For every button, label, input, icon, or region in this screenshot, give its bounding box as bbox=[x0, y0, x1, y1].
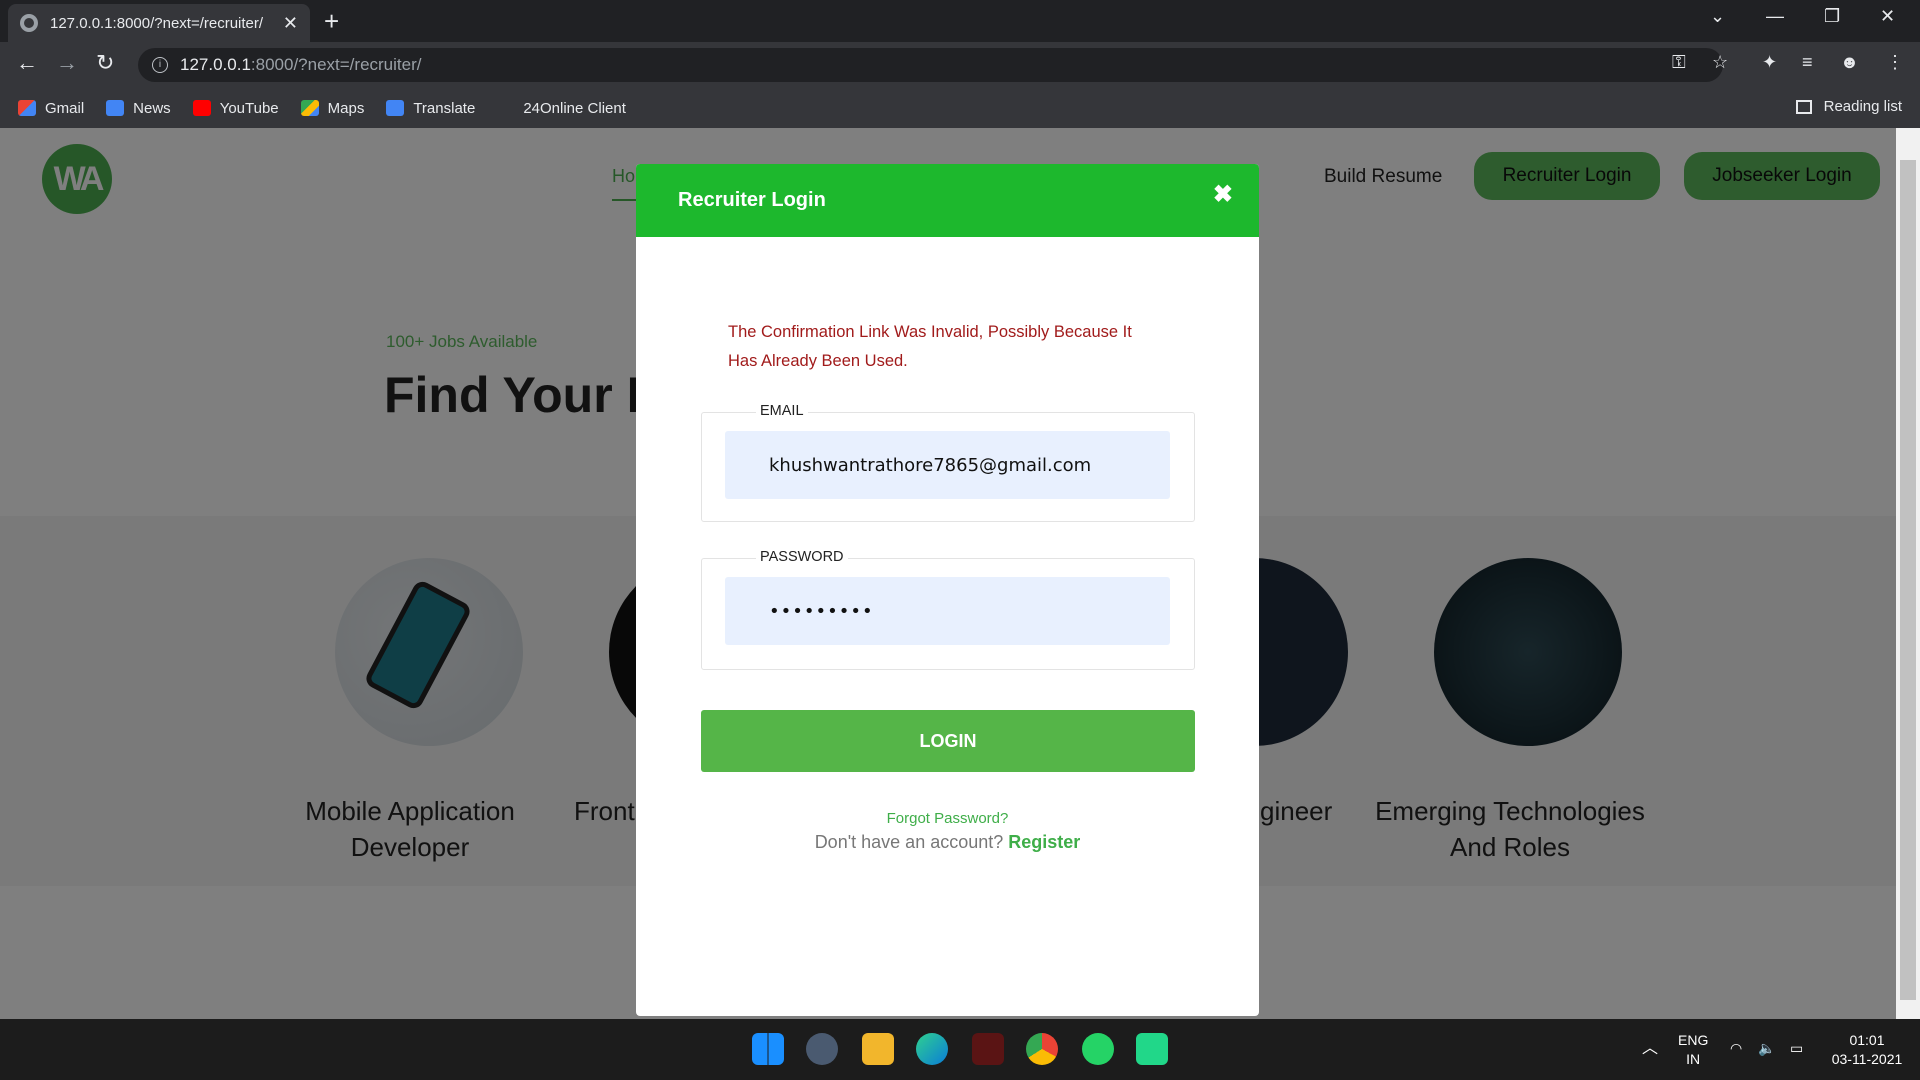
settings-gear-icon[interactable] bbox=[806, 1033, 838, 1065]
password-label: PASSWORD bbox=[756, 549, 848, 565]
tab-search-icon[interactable]: ⌄ bbox=[1710, 6, 1725, 27]
register-prompt: Don't have an account? Register bbox=[636, 832, 1259, 853]
edge-icon[interactable] bbox=[916, 1033, 948, 1065]
whatsapp-icon[interactable] bbox=[1082, 1033, 1114, 1065]
browser-toolbar: ← → ↻ i 127.0.0.1:8000/?next=/recruiter/… bbox=[0, 42, 1920, 88]
site-info-icon[interactable]: i bbox=[152, 57, 168, 73]
bookmark-translate[interactable]: Translate bbox=[386, 100, 475, 117]
extensions-icon[interactable]: ✦ bbox=[1762, 52, 1777, 73]
reload-icon[interactable]: ↻ bbox=[96, 50, 114, 76]
back-icon[interactable]: ← bbox=[16, 50, 38, 76]
bookmark-label: Gmail bbox=[45, 99, 85, 117]
key-icon[interactable]: ⚿ bbox=[1672, 52, 1686, 73]
gmail-icon bbox=[18, 100, 36, 116]
tab-title: 127.0.0.1:8000/?next=/recruiter/ bbox=[50, 14, 264, 32]
media-icon[interactable]: ≡ bbox=[1802, 52, 1813, 73]
chrome-icon[interactable] bbox=[1026, 1033, 1058, 1065]
clock[interactable]: 01:01 03-11-2021 bbox=[1828, 1031, 1906, 1069]
bookmark-maps[interactable]: Maps bbox=[300, 99, 365, 117]
address-bar[interactable]: i 127.0.0.1:8000/?next=/recruiter/ bbox=[138, 48, 1723, 82]
bookmark-label: YouTube bbox=[219, 99, 279, 117]
globe-icon bbox=[20, 14, 38, 32]
error-message: The Confirmation Link Was Invalid, Possi… bbox=[728, 318, 1188, 376]
browser-tab[interactable]: 127.0.0.1:8000/?next=/recruiter/ ✕ bbox=[8, 4, 310, 42]
restore-button[interactable]: ❐ bbox=[1824, 6, 1840, 27]
password-fieldset: PASSWORD bbox=[701, 549, 1195, 670]
profile-avatar[interactable]: ☻ bbox=[1840, 52, 1859, 73]
email-field[interactable] bbox=[725, 431, 1170, 499]
email-fieldset: EMAIL bbox=[701, 403, 1195, 522]
forgot-password-link[interactable]: Forgot Password? bbox=[636, 810, 1259, 827]
clock-time: 01:01 bbox=[1849, 1032, 1885, 1048]
new-tab-button[interactable]: + bbox=[324, 6, 339, 37]
translate-icon bbox=[386, 100, 405, 116]
bookmark-youtube[interactable]: YouTube bbox=[192, 99, 279, 117]
bookmarks-bar: Gmail News YouTube Maps Translate 24Onli… bbox=[0, 88, 1920, 128]
bookmark-label: Translate bbox=[413, 99, 476, 117]
volume-icon[interactable]: 🔈 bbox=[1758, 1039, 1775, 1058]
no-account-text: Don't have an account? bbox=[814, 832, 1004, 852]
reading-list-label: Reading list bbox=[1823, 98, 1902, 115]
file-explorer-icon[interactable] bbox=[862, 1033, 894, 1065]
battery-icon[interactable]: ▭ bbox=[1790, 1039, 1803, 1058]
tray-chevron-icon[interactable]: ︿ bbox=[1642, 1039, 1658, 1058]
window-close-button[interactable]: ✕ bbox=[1880, 6, 1895, 27]
url-host: 127.0.0.1 bbox=[180, 55, 251, 74]
bookmark-gmail[interactable]: Gmail bbox=[18, 100, 84, 117]
bookmark-news[interactable]: News bbox=[106, 100, 171, 117]
minimize-button[interactable]: — bbox=[1766, 6, 1784, 27]
windows-taskbar: ︿ ENG IN ◠ 🔈 ▭ 01:01 03-11-2021 bbox=[0, 1019, 1920, 1080]
bookmark-label: 24Online Client bbox=[523, 99, 626, 117]
modal-title: Recruiter Login bbox=[678, 189, 826, 211]
clock-date: 03-11-2021 bbox=[1831, 1051, 1903, 1067]
pycharm-icon[interactable] bbox=[1136, 1033, 1168, 1065]
password-field[interactable] bbox=[725, 577, 1170, 645]
menu-icon[interactable]: ⋮ bbox=[1886, 52, 1904, 73]
language-line: ENG bbox=[1678, 1032, 1709, 1048]
recruiter-login-modal: Recruiter Login ✖ The Confirmation Link … bbox=[636, 164, 1259, 1016]
news-icon bbox=[106, 100, 125, 116]
start-icon[interactable] bbox=[752, 1033, 784, 1065]
modal-header: Recruiter Login ✖ bbox=[636, 164, 1259, 237]
wifi-icon[interactable]: ◠ bbox=[1730, 1039, 1742, 1058]
youtube-icon bbox=[192, 100, 211, 116]
url-path: :8000/?next=/recruiter/ bbox=[250, 55, 422, 74]
bookmark-label: News bbox=[133, 99, 171, 117]
bookmark-24online-client[interactable]: 24Online Client bbox=[523, 100, 626, 117]
reading-list-icon bbox=[1795, 99, 1812, 114]
bookmark-label: Maps bbox=[327, 99, 365, 117]
modal-close-icon[interactable]: ✖ bbox=[1213, 180, 1233, 209]
language-line: IN bbox=[1686, 1051, 1701, 1067]
maps-icon bbox=[300, 100, 319, 116]
login-button[interactable]: LOGIN bbox=[701, 710, 1195, 772]
error-line: Has Already Been Used. bbox=[728, 352, 908, 370]
register-link[interactable]: Register bbox=[1008, 832, 1080, 852]
page-scrollbar-thumb[interactable] bbox=[1900, 160, 1916, 1000]
language-indicator[interactable]: ENG IN bbox=[1678, 1031, 1708, 1069]
browser-tab-bar: 127.0.0.1:8000/?next=/recruiter/ ✕ + ⌄ —… bbox=[0, 0, 1920, 42]
predator-sense-icon[interactable] bbox=[972, 1033, 1004, 1065]
error-line: The Confirmation Link Was Invalid, Possi… bbox=[728, 323, 1132, 341]
star-icon[interactable]: ☆ bbox=[1712, 52, 1728, 73]
forward-icon[interactable]: → bbox=[56, 50, 78, 76]
email-label: EMAIL bbox=[756, 403, 808, 419]
reading-list-button[interactable]: Reading list bbox=[1795, 98, 1902, 115]
tab-close-icon[interactable]: ✕ bbox=[283, 13, 298, 34]
